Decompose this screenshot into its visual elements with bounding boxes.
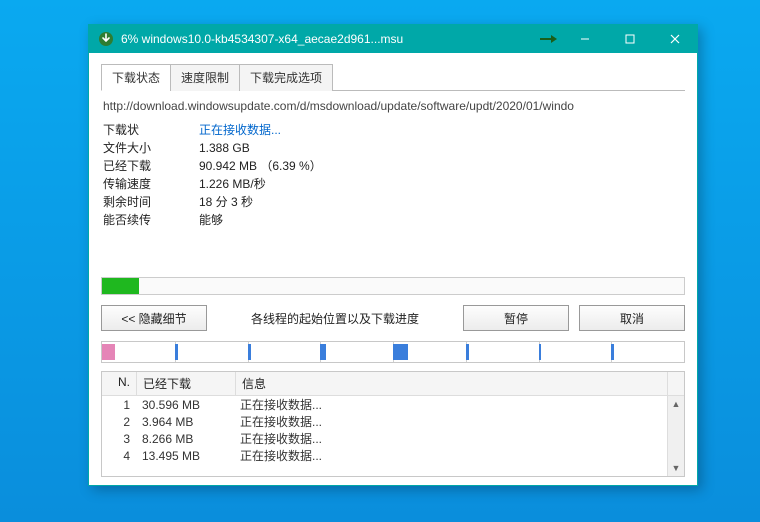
status-label: 下载状 — [103, 121, 199, 139]
remaining-value: 18 分 3 秒 — [199, 193, 253, 211]
progress-fill — [102, 278, 139, 294]
minimize-button[interactable] — [562, 25, 607, 53]
col-scroll-spacer — [668, 372, 684, 395]
hide-details-button[interactable]: << 隐藏细节 — [101, 305, 207, 331]
pause-button[interactable]: 暂停 — [463, 305, 569, 331]
cell-downloaded: 8.266 MB — [136, 431, 234, 447]
info-block: 下载状正在接收数据... 文件大小1.388 GB 已经下载90.942 MB … — [101, 119, 685, 233]
speed-label: 传输速度 — [103, 175, 199, 193]
resume-value: 能够 — [199, 211, 223, 229]
button-row: << 隐藏细节 各线程的起始位置以及下载进度 暂停 取消 — [101, 305, 685, 331]
cell-downloaded: 13.495 MB — [136, 448, 234, 464]
table-row[interactable]: 23.964 MB正在接收数据... — [102, 413, 667, 430]
desktop: 6% windows10.0-kb4534307-x64_aecae2d961.… — [0, 0, 760, 522]
threads-caption: 各线程的起始位置以及下载进度 — [207, 310, 463, 327]
scroll-track[interactable] — [668, 412, 684, 460]
segment — [102, 344, 115, 360]
status-value: 正在接收数据... — [199, 121, 281, 139]
tab-strip: 下载状态 速度限制 下载完成选项 — [101, 63, 685, 91]
cell-info: 正在接收数据... — [234, 446, 667, 465]
window-title: 6% windows10.0-kb4534307-x64_aecae2d961.… — [121, 32, 534, 46]
cancel-button[interactable]: 取消 — [579, 305, 685, 331]
thread-rows: 130.596 MB正在接收数据...23.964 MB正在接收数据...38.… — [102, 396, 667, 476]
tab-status[interactable]: 下载状态 — [101, 64, 171, 91]
cell-n: 1 — [102, 397, 136, 413]
size-label: 文件大小 — [103, 139, 199, 157]
segment — [248, 344, 251, 360]
scroll-down-icon[interactable]: ▼ — [668, 460, 684, 476]
cell-n: 4 — [102, 448, 136, 464]
scrollbar[interactable]: ▲ ▼ — [667, 396, 684, 476]
titlebar[interactable]: 6% windows10.0-kb4534307-x64_aecae2d961.… — [89, 25, 697, 53]
segment — [393, 344, 408, 360]
segment — [539, 344, 542, 360]
download-url: http://download.windowsupdate.com/d/msdo… — [101, 97, 685, 119]
col-info: 信息 — [236, 372, 668, 395]
col-downloaded: 已经下载 — [137, 372, 236, 395]
arrow-icon — [534, 25, 562, 53]
app-icon — [97, 30, 115, 48]
size-value: 1.388 GB — [199, 139, 250, 157]
segment — [320, 344, 326, 360]
maximize-button[interactable] — [607, 25, 652, 53]
progress-bar — [101, 277, 685, 295]
download-dialog: 6% windows10.0-kb4534307-x64_aecae2d961.… — [88, 24, 698, 486]
cell-downloaded: 30.596 MB — [136, 397, 234, 413]
tab-completion[interactable]: 下载完成选项 — [239, 64, 333, 91]
table-row[interactable]: 38.266 MB正在接收数据... — [102, 430, 667, 447]
speed-value: 1.226 MB/秒 — [199, 175, 266, 193]
cell-n: 3 — [102, 431, 136, 447]
segment — [175, 344, 178, 360]
col-n: N. — [102, 372, 137, 395]
downloaded-value: 90.942 MB （6.39 %） — [199, 157, 322, 175]
thread-header: N. 已经下载 信息 — [102, 372, 684, 396]
remaining-label: 剩余时间 — [103, 193, 199, 211]
thread-table: N. 已经下载 信息 130.596 MB正在接收数据...23.964 MB正… — [101, 371, 685, 477]
close-button[interactable] — [652, 25, 697, 53]
segment-bar — [101, 341, 685, 363]
cell-n: 2 — [102, 414, 136, 430]
segment — [611, 344, 614, 360]
cell-downloaded: 3.964 MB — [136, 414, 234, 430]
table-row[interactable]: 130.596 MB正在接收数据... — [102, 396, 667, 413]
client-area: 下载状态 速度限制 下载完成选项 http://download.windows… — [89, 53, 697, 485]
segment — [466, 344, 469, 360]
scroll-up-icon[interactable]: ▲ — [668, 396, 684, 412]
table-row[interactable]: 413.495 MB正在接收数据... — [102, 447, 667, 464]
tab-speed-limit[interactable]: 速度限制 — [170, 64, 240, 91]
resume-label: 能否续传 — [103, 211, 199, 229]
downloaded-label: 已经下载 — [103, 157, 199, 175]
